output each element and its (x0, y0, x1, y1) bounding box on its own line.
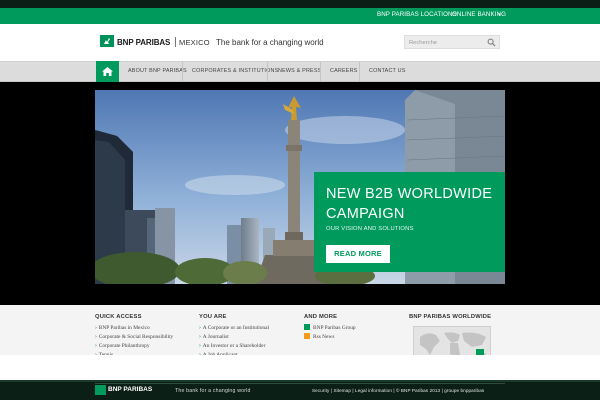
bnp-logo-icon[interactable] (95, 385, 106, 395)
header-tagline: The bank for a changing world (216, 38, 324, 47)
search-input[interactable] (409, 38, 487, 47)
link-label[interactable]: Corporate & Social Responsibility (99, 334, 173, 340)
chevron-right-icon: › (95, 325, 97, 331)
promo-title[interactable]: NEW B2B WORLDWIDE CAMPAIGN (326, 184, 501, 224)
search-icon[interactable] (487, 38, 496, 47)
locations-link[interactable]: BNP PARIBAS LOCATIONS (377, 11, 457, 18)
list-item[interactable]: › A Corporate or an Institutional (199, 324, 269, 333)
home-button[interactable] (96, 61, 119, 83)
chevron-right-icon: › (199, 325, 201, 331)
list-item[interactable]: › An Investor or a Shareholder (199, 342, 269, 351)
bnp-star-logo-icon[interactable] (100, 35, 114, 47)
footer-legal-links[interactable]: Security | Sitemap | Legal information |… (312, 388, 484, 393)
bnp-logo-icon (304, 324, 310, 330)
and-more-column: AND MORE BNP Paribas Group Rss News (304, 314, 356, 342)
link-label[interactable]: A Corporate or an Institutional (203, 325, 269, 331)
promo-subtitle: OUR VISION AND SOLUTIONS (326, 226, 414, 232)
nav-divider (267, 62, 268, 82)
link-label[interactable]: BNP Paribas Group (313, 325, 356, 331)
you-are-column: YOU ARE › A Corporate or an Institutional… (199, 314, 269, 360)
main-nav: ABOUT BNP PARIBAS CORPORATES & INSTITUTI… (0, 61, 600, 83)
worldwide-column: BNP PARIBAS WORLDWIDE Click here (409, 314, 492, 366)
rss-icon (304, 333, 310, 339)
and-more-heading: AND MORE (304, 314, 338, 320)
chevron-right-icon: › (95, 334, 97, 340)
utility-bar: BNP PARIBAS LOCATIONS ONLINE BANKING ▾ (0, 8, 600, 24)
nav-divider (320, 62, 321, 82)
link-label[interactable]: BNP Paribas in Mexico (99, 325, 150, 331)
list-item[interactable]: › Corporate Philanthropy (95, 342, 173, 351)
footer-brand[interactable]: BNP PARIBAS (108, 386, 152, 393)
footer-links: QUICK ACCESS › BNP Paribas in Mexico › Cor… (0, 305, 600, 366)
brand-country: MEXICO (179, 38, 210, 47)
quick-access-heading: QUICK ACCESS (95, 314, 142, 320)
chevron-right-icon: › (199, 334, 201, 340)
nav-divider (182, 62, 183, 82)
list-item[interactable]: › A Journalist (199, 333, 269, 342)
list-item[interactable]: › Corporate & Social Responsibility (95, 333, 173, 342)
chevron-right-icon: › (95, 343, 97, 349)
list-item[interactable]: Rss News (304, 333, 356, 342)
nav-item-about[interactable]: ABOUT BNP PARIBAS (128, 68, 187, 74)
footer-spacer (0, 355, 600, 380)
campaign-promo: NEW B2B WORLDWIDE CAMPAIGN OUR VISION AN… (314, 172, 505, 272)
home-icon (102, 67, 113, 76)
site-header: BNP PARIBAS MEXICO The bank for a changi… (0, 24, 600, 61)
brand-name[interactable]: BNP PARIBAS (117, 38, 170, 47)
footer-tagline: The bank for a changing world (175, 388, 251, 394)
nav-divider (359, 62, 360, 82)
search-box (404, 35, 500, 49)
nav-item-contact[interactable]: CONTACT US (369, 68, 406, 74)
nav-item-news[interactable]: NEWS & PRESS (278, 68, 321, 74)
chevron-right-icon: › (199, 343, 201, 349)
quick-access-column: QUICK ACCESS › BNP Paribas in Mexico › Cor… (95, 314, 173, 360)
link-label[interactable]: An Investor or a Shareholder (203, 343, 266, 349)
list-item[interactable]: › BNP Paribas in Mexico (95, 324, 173, 333)
read-more-button[interactable]: READ MORE (326, 245, 390, 263)
chevron-down-icon[interactable]: ▾ (498, 12, 501, 18)
link-label[interactable]: Rss News (313, 334, 334, 340)
link-label[interactable]: Corporate Philanthropy (99, 343, 150, 349)
you-are-heading: YOU ARE (199, 314, 227, 320)
brand-divider (175, 37, 176, 47)
worldwide-heading: BNP PARIBAS WORLDWIDE (409, 314, 492, 320)
top-strip (0, 0, 600, 8)
list-item[interactable]: BNP Paribas Group (304, 324, 356, 333)
nav-item-corporates[interactable]: CORPORATES & INSTITUTIONS (192, 68, 278, 74)
bottom-divider (95, 383, 505, 384)
link-label[interactable]: A Journalist (203, 334, 229, 340)
nav-item-careers[interactable]: CAREERS (330, 68, 357, 74)
